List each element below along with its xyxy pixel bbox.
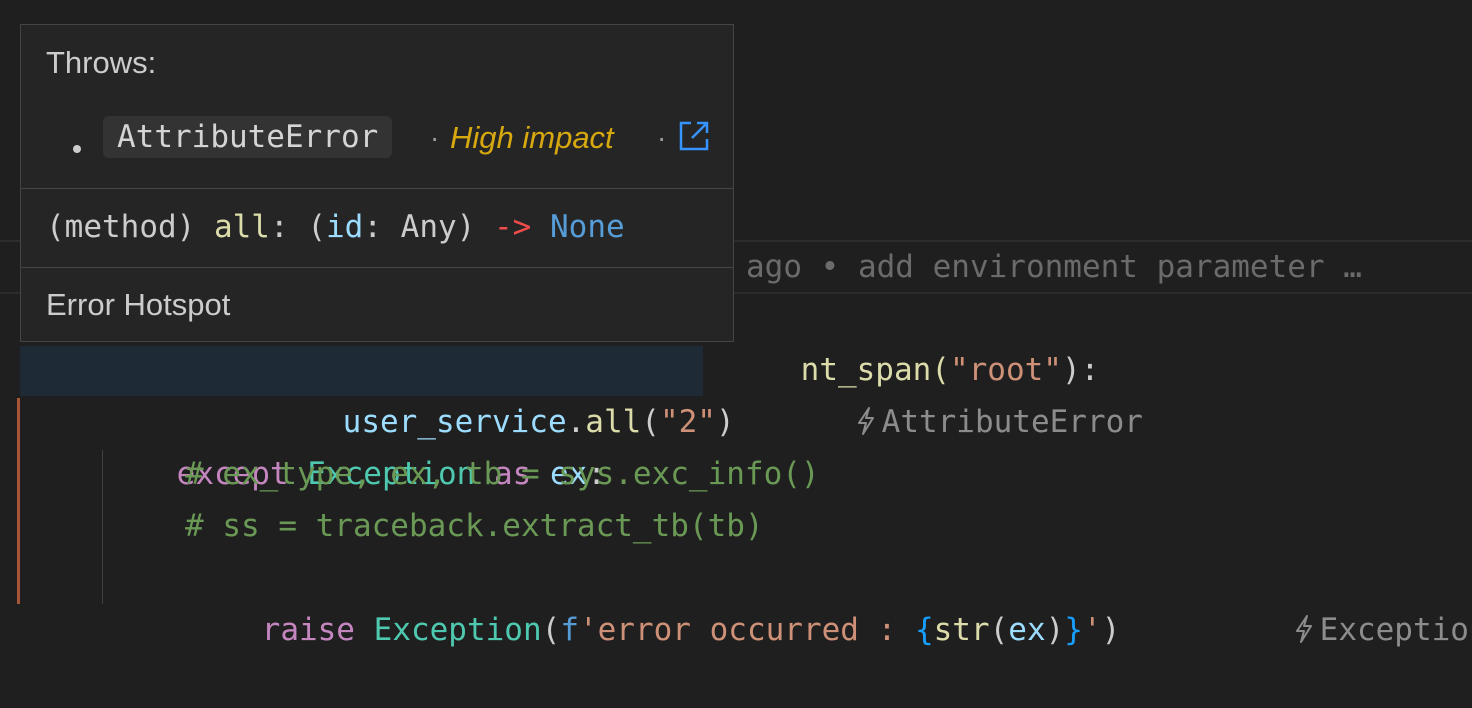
lightning-bolt-icon <box>1295 615 1312 643</box>
code-token: f <box>560 612 579 648</box>
code-token: 'error occurred : <box>578 612 915 648</box>
hover-tooltip: Throws: AttributeError · High impact · (… <box>20 24 734 342</box>
exception-annotation[interactable]: AttributeError <box>779 344 1143 440</box>
code-token: "2" <box>659 404 716 440</box>
sig-return-type: None <box>550 209 625 245</box>
code-token: ) <box>715 404 735 440</box>
sig-arrow: -> <box>494 209 532 245</box>
sig-token: ( <box>307 209 326 245</box>
code-token: ex <box>1008 612 1046 648</box>
code-comment[interactable]: # ex_type, ex, tb = sys.exc_info() <box>185 448 820 500</box>
method-signature: (method) all: (id: Any) -> None <box>46 207 625 247</box>
code-token: ) <box>1045 612 1065 648</box>
external-link-icon[interactable] <box>677 119 711 153</box>
list-bullet <box>73 145 81 153</box>
sig-token: ) <box>456 209 476 245</box>
impact-label: High impact <box>450 120 614 155</box>
code-token: ( <box>989 612 1009 648</box>
sig-param: id <box>326 209 364 245</box>
code-token: str <box>933 612 990 648</box>
divider <box>21 267 733 268</box>
exception-name-chip: AttributeError <box>103 116 393 158</box>
annotation-label: AttributeError <box>881 404 1143 440</box>
code-token: raise <box>261 612 355 648</box>
exception-annotation[interactable]: Exception <box>1217 552 1472 648</box>
git-blame-text: ago • add environment parameter … <box>746 249 1362 285</box>
error-hotspot-label: Error Hotspot <box>46 287 231 322</box>
separator: · <box>657 122 667 153</box>
throws-label: Throws: <box>46 45 157 80</box>
separator: · <box>430 122 440 153</box>
code-token: ' <box>1082 612 1102 648</box>
code-token: } <box>1064 612 1083 648</box>
modified-lines-gutter-marker <box>17 398 20 604</box>
sig-kind: (method) <box>46 209 196 245</box>
code-line-span[interactable]: nt_span("root"): <box>726 292 1100 388</box>
code-token: ) <box>1101 612 1121 648</box>
sig-token: : <box>269 209 289 245</box>
code-token: ( <box>641 404 660 440</box>
lightning-bolt-icon <box>857 407 874 435</box>
sig-name: all <box>213 209 270 245</box>
annotation-label: Exception <box>1319 612 1472 648</box>
code-line-except[interactable]: except Exception as ex: <box>102 396 606 492</box>
code-token: { <box>914 612 934 648</box>
code-line-call[interactable]: user_service.all("2") <box>268 344 735 440</box>
code-token: ( <box>541 612 561 648</box>
code-line-raise[interactable]: raise Exception(f'error occurred : {str(… <box>187 552 1121 648</box>
sig-token: : <box>363 209 382 245</box>
code-token: Exception <box>373 612 542 648</box>
code-comment[interactable]: # ss = traceback.extract_tb(tb) <box>185 500 764 552</box>
sig-param-type: Any <box>400 209 457 245</box>
divider <box>21 188 733 189</box>
